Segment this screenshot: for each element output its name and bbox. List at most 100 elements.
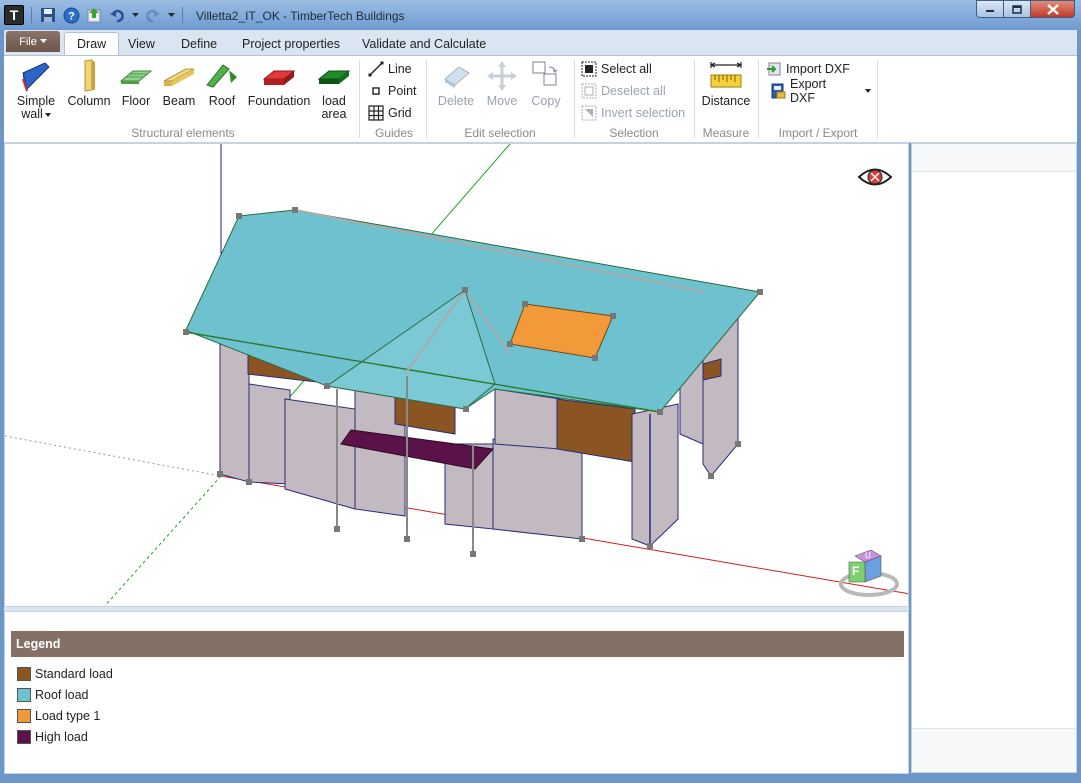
foundation-icon	[262, 70, 296, 85]
selection-group-label: Selection	[609, 126, 659, 140]
group-separator	[877, 60, 878, 138]
move-label: Move	[486, 94, 518, 108]
grid-icon	[368, 105, 384, 121]
floor-label: Floor	[121, 94, 151, 108]
customize-qat-icon[interactable]	[167, 6, 175, 24]
import-icon	[766, 61, 782, 77]
invert-selection-button[interactable]: Invert selection	[581, 104, 685, 122]
simple-wall-button[interactable]: Simple wall	[15, 59, 57, 121]
tab-view[interactable]: View	[116, 32, 167, 55]
legend-panel: Legend Standard load Roof load Load type…	[4, 611, 909, 774]
select-all-button[interactable]: Select all	[581, 60, 652, 78]
dropdown-arrow-icon[interactable]	[131, 6, 139, 24]
group-separator	[574, 60, 575, 138]
close-button[interactable]	[1030, 0, 1075, 18]
building-model-3d[interactable]	[5, 144, 909, 607]
edit-selection-group-label: Edit selection	[464, 126, 536, 140]
guide-grid-button[interactable]: Grid	[368, 104, 412, 122]
guide-point-button[interactable]: Point	[368, 82, 417, 100]
line-icon	[368, 61, 384, 77]
import-export-group-label: Import / Export	[778, 126, 858, 140]
deselect-all-label: Deselect all	[601, 84, 666, 98]
beam-button[interactable]: Beam	[160, 59, 198, 108]
group-structural-elements: Simple wall Column Floor Beam Roof Found…	[10, 56, 356, 142]
visibility-toggle-icon[interactable]	[857, 164, 893, 190]
copy-label: Copy	[531, 94, 561, 108]
properties-panel	[911, 143, 1077, 773]
load-area-button[interactable]: load area	[314, 59, 354, 121]
roof-icon	[206, 64, 237, 88]
view-cube-top-face[interactable]: U	[865, 551, 871, 560]
move-button[interactable]: Move	[480, 59, 524, 108]
distance-label: Distance	[701, 94, 751, 108]
view-cube-front-face[interactable]: F	[852, 564, 859, 578]
upload-icon[interactable]	[85, 6, 103, 24]
window-bottom-border	[0, 774, 1081, 783]
export-icon	[770, 83, 786, 99]
copy-button[interactable]: Copy	[526, 59, 566, 108]
export-dxf-label: Export DXF	[790, 77, 827, 105]
file-menu-button[interactable]: File	[6, 31, 60, 52]
wall-panel[interactable]	[631, 403, 679, 547]
app-icon[interactable]: T	[4, 5, 24, 25]
legend-item-roof-load: Roof load	[17, 688, 89, 702]
chevron-down-icon	[39, 39, 47, 43]
beam-icon	[163, 68, 195, 86]
wall-panel[interactable]	[248, 383, 291, 485]
distance-button[interactable]: Distance	[700, 59, 752, 108]
legend-swatch	[17, 709, 31, 723]
quick-access-toolbar: T ?	[4, 4, 185, 26]
maximize-button[interactable]	[1003, 0, 1030, 18]
import-dxf-button[interactable]: Import DXF	[766, 60, 850, 78]
legend-label: Load type 1	[35, 709, 101, 723]
ribbon-panel: Simple wall Column Floor Beam Roof Found…	[4, 55, 1077, 143]
floor-button[interactable]: Floor	[116, 59, 156, 108]
roof-button[interactable]: Roof	[204, 59, 240, 108]
ruler-icon	[710, 62, 742, 88]
tab-define[interactable]: Define	[169, 32, 229, 55]
beam-label: Beam	[162, 94, 196, 108]
legend-swatch	[17, 688, 31, 702]
foundation-button[interactable]: Foundation	[244, 59, 314, 108]
group-separator	[426, 60, 427, 138]
legend-item-high-load: High load	[17, 730, 88, 744]
eraser-icon	[444, 66, 470, 88]
chevron-down-icon[interactable]	[862, 88, 874, 94]
deselect-all-button[interactable]: Deselect all	[581, 82, 666, 100]
wall-panel[interactable]	[284, 398, 356, 510]
legend-label: High load	[35, 730, 88, 744]
group-guides: Line Point Grid Guides	[364, 56, 424, 142]
save-icon[interactable]	[39, 6, 57, 24]
select-all-icon	[581, 61, 597, 77]
column-button[interactable]: Column	[65, 59, 113, 108]
tab-project-properties[interactable]: Project properties	[230, 32, 352, 55]
qat-separator	[31, 7, 32, 23]
legend-header: Legend	[11, 631, 904, 657]
guide-line-button[interactable]: Line	[368, 60, 412, 78]
tab-draw[interactable]: Draw	[64, 32, 120, 55]
tab-validate-and-calculate[interactable]: Validate and Calculate	[350, 32, 498, 55]
wall-panel[interactable]	[494, 388, 561, 450]
minimize-button[interactable]	[976, 0, 1003, 18]
select-all-label: Select all	[601, 62, 652, 76]
help-icon[interactable]: ?	[62, 6, 80, 24]
redo-icon[interactable]	[144, 6, 162, 24]
delete-button[interactable]: Delete	[434, 59, 478, 108]
legend-item-load-type-1: Load type 1	[17, 709, 100, 723]
foundation-label: Foundation	[247, 94, 311, 108]
svg-text:?: ?	[68, 10, 75, 22]
guide-grid-label: Grid	[388, 106, 412, 120]
undo-icon[interactable]	[108, 6, 126, 24]
copy-icon	[532, 61, 558, 86]
wall-panel[interactable]	[219, 343, 250, 483]
wall-panel[interactable]	[492, 438, 583, 540]
y-axis-neg	[104, 475, 222, 606]
chevron-down-icon	[44, 112, 51, 117]
load-area-icon	[317, 70, 351, 84]
file-menu-label: File	[19, 35, 37, 48]
invert-selection-label: Invert selection	[601, 106, 686, 120]
view-cube[interactable]: F U	[835, 550, 901, 598]
legend-label: Standard load	[35, 667, 113, 681]
export-dxf-button[interactable]: Export DXF	[770, 77, 874, 105]
3d-viewport[interactable]: F U	[4, 143, 909, 607]
